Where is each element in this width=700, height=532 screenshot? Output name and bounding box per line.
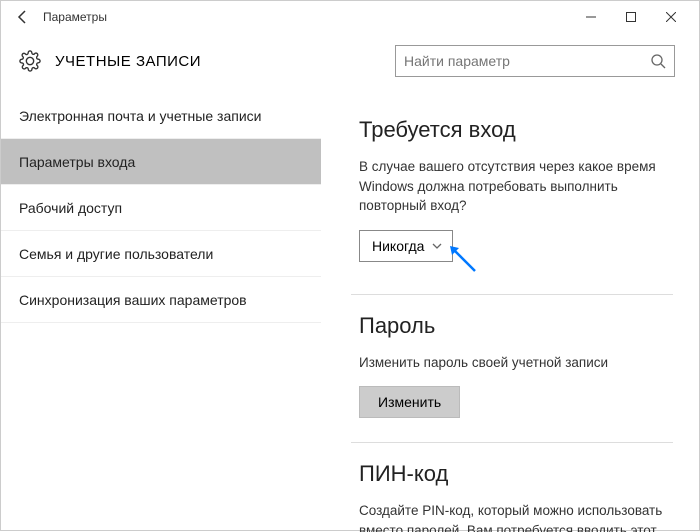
section-desc-pin: Создайте PIN-код, который можно использо… bbox=[359, 501, 673, 532]
sidebar-item-sync-settings[interactable]: Синхронизация ваших параметров bbox=[1, 277, 321, 323]
sidebar-item-email-accounts[interactable]: Электронная почта и учетные записи bbox=[1, 93, 321, 139]
maximize-icon bbox=[626, 12, 636, 22]
sidebar-item-label: Параметры входа bbox=[19, 154, 135, 170]
search-icon bbox=[650, 53, 666, 69]
chevron-down-icon bbox=[432, 241, 442, 251]
close-button[interactable] bbox=[651, 3, 691, 31]
gear-icon bbox=[19, 50, 41, 72]
section-desc-signin-required: В случае вашего отсутствия через какое в… bbox=[359, 157, 673, 216]
sidebar-item-work-access[interactable]: Рабочий доступ bbox=[1, 185, 321, 231]
sidebar-item-signin-options[interactable]: Параметры входа bbox=[1, 139, 321, 185]
section-heading-pin: ПИН-код bbox=[359, 461, 673, 487]
maximize-button[interactable] bbox=[611, 3, 651, 31]
close-icon bbox=[666, 12, 676, 22]
window-title: Параметры bbox=[43, 10, 571, 24]
sidebar-item-label: Синхронизация ваших параметров bbox=[19, 292, 247, 308]
sidebar: Электронная почта и учетные записи Парам… bbox=[1, 89, 321, 532]
search-box[interactable] bbox=[395, 45, 675, 77]
select-value: Никогда bbox=[372, 238, 424, 254]
minimize-button[interactable] bbox=[571, 3, 611, 31]
content-pane: Требуется вход В случае вашего отсутстви… bbox=[321, 89, 699, 532]
page-title: УЧЕТНЫЕ ЗАПИСИ bbox=[55, 53, 395, 70]
header: УЧЕТНЫЕ ЗАПИСИ bbox=[1, 33, 699, 89]
sidebar-item-label: Электронная почта и учетные записи bbox=[19, 108, 261, 124]
divider bbox=[351, 442, 673, 443]
require-signin-select[interactable]: Никогда bbox=[359, 230, 453, 262]
section-heading-signin-required: Требуется вход bbox=[359, 117, 673, 143]
sidebar-item-label: Рабочий доступ bbox=[19, 200, 122, 216]
change-password-button[interactable]: Изменить bbox=[359, 386, 460, 418]
arrow-left-icon bbox=[15, 9, 31, 25]
section-desc-password: Изменить пароль своей учетной записи bbox=[359, 353, 673, 373]
back-button[interactable] bbox=[9, 3, 37, 31]
divider bbox=[351, 294, 673, 295]
window-controls bbox=[571, 3, 691, 31]
section-heading-password: Пароль bbox=[359, 313, 673, 339]
body: Электронная почта и учетные записи Парам… bbox=[1, 89, 699, 532]
sidebar-item-family-users[interactable]: Семья и другие пользователи bbox=[1, 231, 321, 277]
sidebar-item-label: Семья и другие пользователи bbox=[19, 246, 213, 262]
minimize-icon bbox=[586, 12, 596, 22]
titlebar: Параметры bbox=[1, 1, 699, 33]
search-input[interactable] bbox=[404, 53, 650, 69]
